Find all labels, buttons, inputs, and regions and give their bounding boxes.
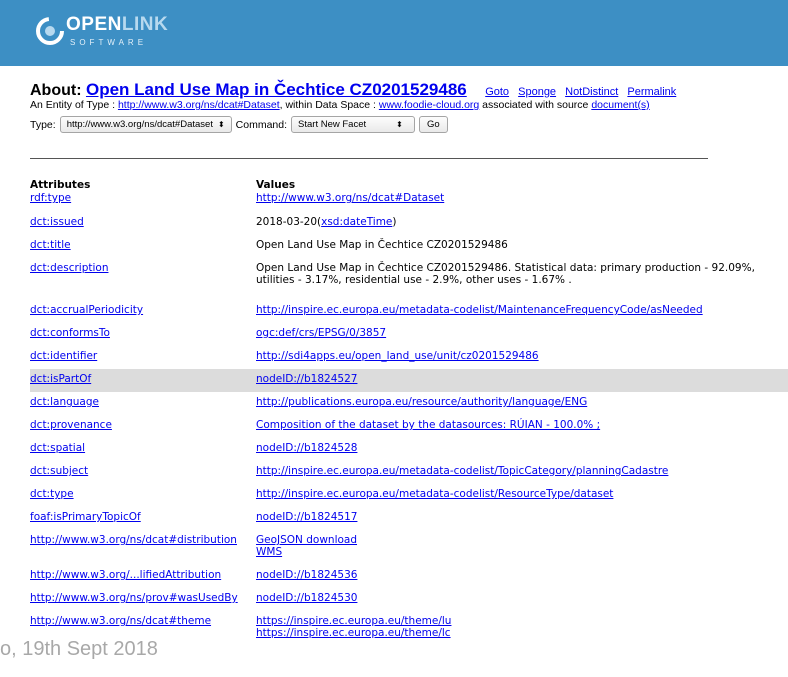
type-label: Type: xyxy=(30,118,56,131)
data-space-link[interactable]: www.foodie-cloud.org xyxy=(379,99,479,111)
value-links: https://inspire.ec.europa.eu/theme/lu htt… xyxy=(256,615,451,639)
attribute-link[interactable]: dct:isPartOf xyxy=(30,373,91,385)
entity-description: An Entity of Type : http://www.w3.org/ns… xyxy=(30,99,650,111)
attribute-link[interactable]: dct:issued xyxy=(30,216,84,228)
table-row: foaf:isPrimaryTopicOf nodeID://b1824517 xyxy=(30,507,788,530)
notdistinct-link[interactable]: NotDistinct xyxy=(565,86,618,98)
select-arrows-icon: ⬍ xyxy=(396,120,403,129)
logo-subtitle: SOFTWARE xyxy=(70,38,148,47)
logo-swoosh-icon xyxy=(36,17,64,45)
openlink-logo[interactable]: OPENLINK SOFTWARE xyxy=(36,12,176,56)
table-row: dct:title Open Land Use Map in Čechtice … xyxy=(30,235,788,258)
table-row: http://www.w3.org/ns/prov#wasUsedBy node… xyxy=(30,588,788,611)
facet-controls: Type: http://www.w3.org/ns/dcat#Dataset ⬍… xyxy=(30,116,448,133)
values-header: Values xyxy=(256,179,296,191)
table-row: rdf:type http://www.w3.org/ns/dcat#Datas… xyxy=(30,191,788,212)
attribute-link[interactable]: dct:spatial xyxy=(30,442,85,454)
value-link[interactable]: http://inspire.ec.europa.eu/metadata-cod… xyxy=(256,465,668,477)
attributes-header: Attributes xyxy=(30,179,91,191)
type-select[interactable]: http://www.w3.org/ns/dcat#Dataset ⬍ xyxy=(59,116,232,133)
value-link[interactable]: GeoJSON download xyxy=(256,534,357,546)
datatype-link[interactable]: xsd:dateTime xyxy=(321,216,392,228)
value-link[interactable]: http://sdi4apps.eu/open_land_use/unit/cz… xyxy=(256,350,539,362)
value-text: Open Land Use Map in Čechtice CZ02015294… xyxy=(256,262,755,286)
goto-link[interactable]: Goto xyxy=(485,86,509,98)
table-row: dct:language http://publications.europa.… xyxy=(30,392,788,415)
table-row: dct:type http://inspire.ec.europa.eu/met… xyxy=(30,484,788,507)
value-link[interactable]: http://www.w3.org/ns/dcat#Dataset xyxy=(256,192,444,204)
value-link[interactable]: http://publications.europa.eu/resource/a… xyxy=(256,396,587,408)
table-row: http://www.w3.org/...lifiedAttribution n… xyxy=(30,565,788,588)
value-link[interactable]: WMS xyxy=(256,546,282,558)
logo-wordmark: OPENLINK xyxy=(66,14,169,35)
table-row: dct:identifier http://sdi4apps.eu/open_l… xyxy=(30,346,788,369)
table-row: dct:spatial nodeID://b1824528 xyxy=(30,438,788,461)
permalink-link[interactable]: Permalink xyxy=(627,86,676,98)
attribute-link[interactable]: dct:accrualPeriodicity xyxy=(30,304,143,316)
command-label: Command: xyxy=(235,118,288,131)
value-link[interactable]: http://inspire.ec.europa.eu/metadata-cod… xyxy=(256,304,703,316)
table-row: dct:accrualPeriodicity http://inspire.ec… xyxy=(30,300,788,323)
attribute-link[interactable]: dct:provenance xyxy=(30,419,112,431)
table-header: Attributes Values xyxy=(30,179,788,191)
value-link[interactable]: https://inspire.ec.europa.eu/theme/lc xyxy=(256,627,451,639)
value-link[interactable]: ogc:def/crs/EPSG/0/3857 xyxy=(256,327,386,339)
about-label: About: xyxy=(30,82,82,99)
attribute-link[interactable]: http://www.w3.org/ns/prov#wasUsedBy xyxy=(30,592,238,604)
table-row: http://www.w3.org/ns/dcat#distribution G… xyxy=(30,530,788,565)
attribute-link[interactable]: http://www.w3.org/ns/dcat#theme xyxy=(30,615,211,627)
attribute-link[interactable]: dct:subject xyxy=(30,465,88,477)
value-link[interactable]: nodeID://b1824527 xyxy=(256,373,357,385)
value-link[interactable]: nodeID://b1824536 xyxy=(256,569,357,581)
select-arrows-icon: ⬍ xyxy=(217,120,225,129)
attribute-link[interactable]: dct:language xyxy=(30,396,99,408)
source-documents-link[interactable]: document(s) xyxy=(591,99,649,111)
attribute-link[interactable]: rdf:type xyxy=(30,192,71,204)
attributes-table: Attributes Values rdf:type http://www.w3… xyxy=(30,179,788,641)
attribute-link[interactable]: dct:title xyxy=(30,239,71,251)
value-text: 2018-03-20(xsd:dateTime) xyxy=(256,216,397,228)
attribute-link[interactable]: dct:type xyxy=(30,488,74,500)
page-title: About: Open Land Use Map in Čechtice CZ0… xyxy=(30,80,682,100)
entity-type-link[interactable]: http://www.w3.org/ns/dcat#Dataset xyxy=(118,99,280,111)
sponge-link[interactable]: Sponge xyxy=(518,86,556,98)
attribute-link[interactable]: http://www.w3.org/...lifiedAttribution xyxy=(30,569,221,581)
divider xyxy=(30,158,708,159)
attribute-link[interactable]: dct:description xyxy=(30,262,108,274)
table-row-highlighted: dct:isPartOf nodeID://b1824527 xyxy=(30,369,788,392)
entity-title-link[interactable]: Open Land Use Map in Čechtice CZ02015294… xyxy=(86,80,467,99)
attribute-link[interactable]: http://www.w3.org/ns/dcat#distribution xyxy=(30,534,237,546)
table-row: dct:subject http://inspire.ec.europa.eu/… xyxy=(30,461,788,484)
value-link[interactable]: https://inspire.ec.europa.eu/theme/lu xyxy=(256,615,451,627)
table-row: dct:provenance Composition of the datase… xyxy=(30,415,788,438)
value-link[interactable]: nodeID://b1824530 xyxy=(256,592,357,604)
go-button[interactable]: Go xyxy=(419,116,448,133)
value-link[interactable]: Composition of the dataset by the dataso… xyxy=(256,419,600,431)
attribute-link[interactable]: dct:identifier xyxy=(30,350,97,362)
table-row: http://www.w3.org/ns/dcat#theme https://… xyxy=(30,611,788,641)
date-watermark: o, 19th Sept 2018 xyxy=(0,638,158,660)
value-links: GeoJSON download WMS xyxy=(256,534,357,558)
value-link[interactable]: nodeID://b1824517 xyxy=(256,511,357,523)
attribute-link[interactable]: dct:conformsTo xyxy=(30,327,110,339)
command-select[interactable]: Start New Facet ⬍ xyxy=(291,116,416,133)
value-text: Open Land Use Map in Čechtice CZ02015294… xyxy=(256,239,508,251)
attribute-link[interactable]: foaf:isPrimaryTopicOf xyxy=(30,511,141,523)
title-actions: Goto Sponge NotDistinct Permalink xyxy=(485,86,682,98)
table-row: dct:conformsTo ogc:def/crs/EPSG/0/3857 xyxy=(30,323,788,346)
value-link[interactable]: http://inspire.ec.europa.eu/metadata-cod… xyxy=(256,488,613,500)
value-link[interactable]: nodeID://b1824528 xyxy=(256,442,357,454)
table-row: dct:issued 2018-03-20(xsd:dateTime) xyxy=(30,212,788,235)
table-row: dct:description Open Land Use Map in Čec… xyxy=(30,258,788,300)
header-banner: OPENLINK SOFTWARE xyxy=(0,0,788,66)
